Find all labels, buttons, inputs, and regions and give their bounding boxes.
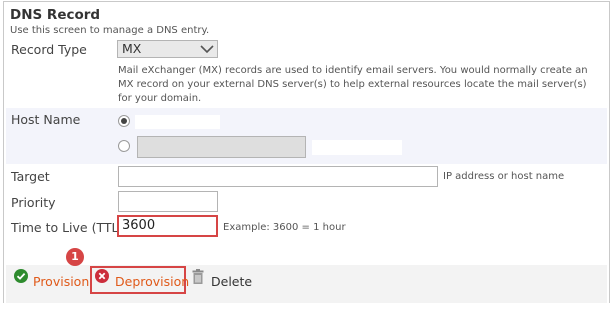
ttl-hint: Example: 3600 = 1 hour	[223, 222, 346, 233]
delete-label: Delete	[211, 274, 253, 289]
host-name-option-root-label	[135, 115, 220, 129]
record-type-description: Mail eXchanger (MX) records are used to …	[118, 65, 588, 104]
target-hint: IP address or host name	[443, 171, 565, 182]
record-type-select[interactable]: MX	[117, 40, 218, 58]
host-name-section	[6, 108, 607, 164]
trash-icon	[192, 269, 204, 284]
provision-label: Provision	[33, 274, 90, 289]
ttl-label: Time to Live (TTL)	[11, 220, 124, 235]
host-name-option-custom-radio[interactable]	[118, 140, 130, 152]
record-type-label: Record Type	[11, 42, 87, 57]
check-circle-icon	[14, 269, 28, 283]
priority-input[interactable]	[118, 191, 218, 212]
priority-label: Priority	[11, 195, 56, 210]
page-subtitle: Use this screen to manage a DNS entry.	[10, 25, 210, 36]
record-type-value: MX	[122, 41, 142, 56]
x-circle-icon	[95, 269, 109, 283]
host-name-option-root-radio[interactable]	[118, 115, 130, 127]
host-name-label: Host Name	[11, 112, 81, 127]
ttl-input[interactable]: 3600	[117, 215, 218, 237]
target-label: Target	[11, 169, 50, 184]
host-name-suffix	[312, 140, 402, 155]
deprovision-label: Deprovision	[115, 274, 190, 289]
chevron-down-icon	[200, 45, 214, 54]
page-title: DNS Record	[10, 7, 101, 23]
step-badge: 1	[66, 248, 84, 266]
target-input[interactable]	[118, 166, 438, 187]
host-name-input[interactable]	[137, 136, 306, 158]
